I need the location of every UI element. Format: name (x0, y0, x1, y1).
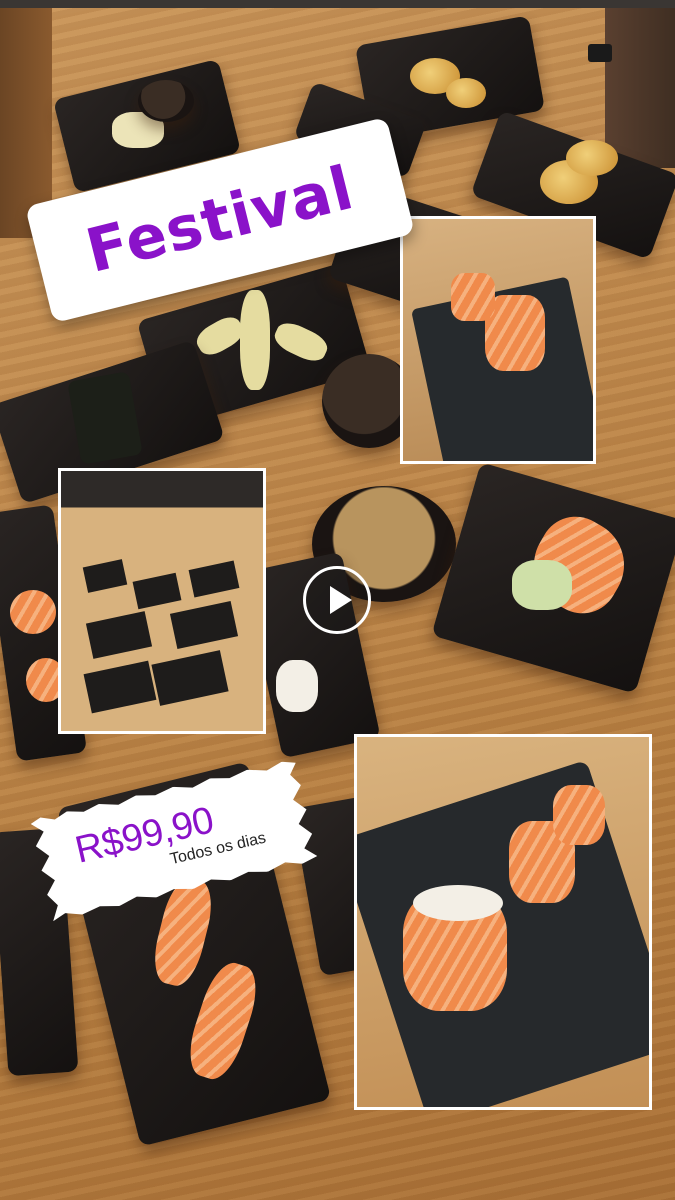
price-card-holder (588, 44, 612, 62)
sauce-bowl (138, 80, 194, 122)
mini-plate (188, 560, 240, 598)
uramaki-piece (276, 660, 318, 712)
joe-left (10, 590, 56, 634)
cream-cheese-top (413, 885, 503, 921)
play-icon (330, 586, 352, 614)
mini-plate (83, 660, 157, 714)
top-edge (0, 0, 675, 8)
radish-garnish (512, 560, 572, 610)
chair-right (605, 8, 675, 168)
inset-photo-salmon-joe (400, 216, 596, 464)
joe-small (553, 785, 605, 845)
onion-ring (446, 78, 486, 108)
harumaki-roll (240, 290, 270, 390)
mini-plate (82, 559, 128, 593)
mini-plate (85, 611, 153, 659)
mini-plate (169, 600, 239, 650)
play-button[interactable] (303, 566, 371, 634)
mini-plate (151, 650, 229, 706)
salmon-joe (451, 273, 495, 321)
mini-plate (132, 572, 182, 610)
fried-squid (566, 140, 618, 176)
inset-photo-buffet (58, 468, 266, 734)
inset-photo-joe-closeup (354, 734, 652, 1110)
story-frame: Festival R$99,90 Todos os dias (0, 0, 675, 1200)
